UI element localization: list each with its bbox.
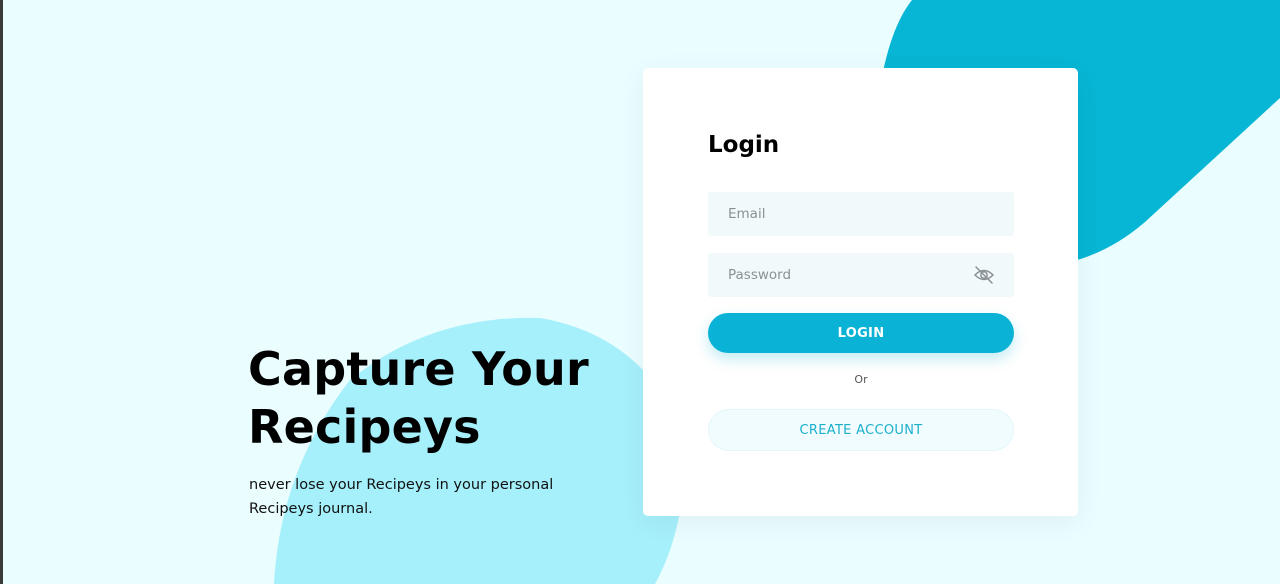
hero-subtitle: never lose your Recipeys in your persona… — [249, 477, 554, 517]
eye-slash-icon[interactable] — [973, 265, 995, 285]
hero-title: Capture Your Recipeys — [248, 342, 589, 454]
login-title: Login — [708, 132, 780, 158]
create-account-button[interactable]: CREATE ACCOUNT — [708, 409, 1014, 451]
background-blobs — [274, 0, 1280, 584]
password-field[interactable] — [708, 253, 1014, 297]
login-card: Login LOGIN Or CREATE ACCOUNT — [643, 68, 1078, 516]
or-divider: Or — [854, 373, 868, 386]
login-button[interactable]: LOGIN — [708, 313, 1014, 353]
email-field[interactable] — [708, 192, 1014, 236]
